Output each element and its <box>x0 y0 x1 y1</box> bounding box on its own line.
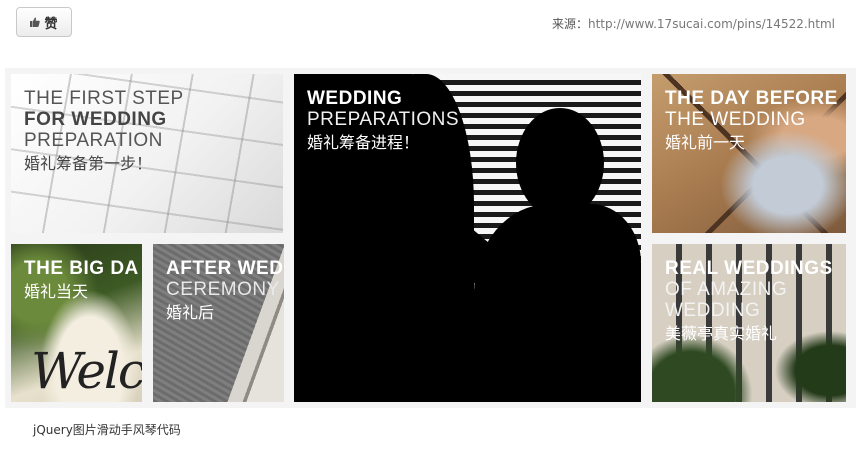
caption-line-2: FOR WEDDING <box>24 109 167 130</box>
caption-line-3: PREPARATION <box>24 130 163 151</box>
source-info: 来源：http://www.17sucai.com/pins/14522.htm… <box>552 15 835 32</box>
accordion-gallery: THE FIRST STEP FOR WEDDING PREPARATION 婚… <box>5 68 856 408</box>
like-button[interactable]: 赞 <box>16 7 72 37</box>
caption-line-1: THE BIG DA <box>24 258 139 279</box>
panel-caption: REAL WEDDINGS OF AMAZING WEDDING 美薇亭真实婚礼 <box>665 258 833 345</box>
caption-line-1: WEDDING <box>307 88 403 109</box>
thumbs-up-icon <box>30 17 41 27</box>
panel-caption: THE BIG DA 婚礼当天 <box>24 258 139 303</box>
caption-line-1: THE DAY BEFORE <box>665 88 838 109</box>
panel-after-wedding[interactable]: AFTER WED CEREMONY 婚礼后 <box>153 244 284 402</box>
caption-line-1: AFTER WED <box>166 258 284 279</box>
caption-line-1: REAL WEDDINGS <box>665 258 833 279</box>
welcome-script-text: Welco <box>31 342 142 400</box>
caption-line-2: CEREMONY <box>166 279 280 300</box>
caption-cn: 婚礼筹备进程！ <box>307 133 420 152</box>
panel-big-day[interactable]: THE BIG DA 婚礼当天 Welco <box>11 244 142 402</box>
panel-caption: WEDDING PREPARATIONS 婚礼筹备进程！ <box>307 88 459 154</box>
caption-line-2: OF AMAZING <box>665 279 788 300</box>
caption-cn: 婚礼筹备第一步！ <box>24 154 153 173</box>
panel-caption: THE DAY BEFORE THE WEDDING 婚礼前一天 <box>665 88 838 154</box>
caption-cn: 美薇亭真实婚礼 <box>665 324 778 343</box>
panel-caption: AFTER WED CEREMONY 婚礼后 <box>166 258 283 324</box>
panel-real-weddings[interactable]: REAL WEDDINGS OF AMAZING WEDDING 美薇亭真实婚礼 <box>652 244 846 402</box>
silhouette-woman-head <box>516 108 604 218</box>
caption-line-1: THE FIRST STEP <box>24 88 184 109</box>
panel-first-step[interactable]: THE FIRST STEP FOR WEDDING PREPARATION 婚… <box>11 74 283 233</box>
caption-line-3: WEDDING <box>665 300 761 321</box>
panel-caption: THE FIRST STEP FOR WEDDING PREPARATION 婚… <box>24 88 184 175</box>
source-prefix: 来源： <box>551 17 588 31</box>
panel-day-before[interactable]: THE DAY BEFORE THE WEDDING 婚礼前一天 <box>652 74 846 233</box>
caption-cn: 婚礼后 <box>166 303 215 322</box>
panel-wedding-preparations[interactable]: WEDDING PREPARATIONS 婚礼筹备进程！ <box>294 74 641 402</box>
footer-demo-link[interactable]: jQuery图片滑动手风琴代码 <box>33 421 181 438</box>
like-label: 赞 <box>44 15 58 31</box>
silhouette-woman-body <box>474 204 641 402</box>
caption-line-2: PREPARATIONS <box>307 109 460 130</box>
caption-cn: 婚礼当天 <box>24 282 89 301</box>
caption-cn: 婚礼前一天 <box>665 133 746 152</box>
caption-line-2: THE WEDDING <box>665 109 806 130</box>
source-link[interactable]: http://www.17sucai.com/pins/14522.html <box>588 17 835 31</box>
